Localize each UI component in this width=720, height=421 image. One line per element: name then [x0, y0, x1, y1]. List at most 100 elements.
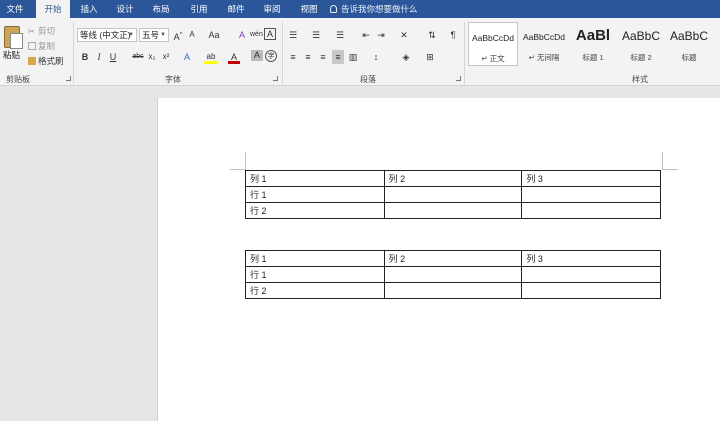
style-normal[interactable]: AaBbCcDd ↵ 正文	[468, 22, 518, 66]
style-name: 标题 2	[630, 53, 652, 62]
font-color-button[interactable]: A	[228, 50, 240, 64]
table-cell[interactable]: 列 2	[383, 250, 523, 267]
shading-button[interactable]: ◈	[400, 50, 412, 64]
paragraph-group-label: 段落	[360, 75, 376, 84]
tab-review[interactable]: 审阅	[259, 0, 285, 18]
table-cell[interactable]: 行 1	[245, 186, 385, 203]
table-cell[interactable]	[383, 282, 523, 299]
tab-file[interactable]: 文件	[0, 0, 30, 18]
grow-font-button[interactable]: A^	[172, 28, 184, 42]
chevron-down-icon: ▼	[128, 32, 134, 38]
asian-layout-button[interactable]: ✕	[398, 28, 410, 42]
distributed-button[interactable]: ▥	[347, 50, 359, 64]
align-right-icon: ≡	[320, 52, 326, 62]
paste-button[interactable]: 粘贴	[0, 18, 24, 70]
italic-button[interactable]: I	[93, 50, 105, 64]
line-spacing-button[interactable]: ↕	[370, 50, 382, 64]
table-cell[interactable]	[383, 186, 523, 203]
style-no-spacing[interactable]: AaBbCcDd ↵ 无间隔	[519, 22, 569, 66]
table-cell[interactable]: 列 3	[521, 170, 661, 187]
justify-button[interactable]: ≡	[332, 50, 344, 64]
style-title[interactable]: AaBbC 标题	[664, 22, 714, 66]
char-shading-button[interactable]: A	[251, 50, 263, 61]
format-painter-button[interactable]: 格式刷	[28, 54, 64, 68]
phonetic-guide-button[interactable]: wén	[250, 28, 263, 42]
numbering-button[interactable]: ☰	[310, 28, 322, 42]
format-painter-label: 格式刷	[38, 56, 64, 66]
underline-button[interactable]: U	[107, 50, 119, 64]
asian-layout-icon: ✕	[400, 30, 408, 40]
clear-formatting-label: A	[238, 30, 245, 40]
tab-design[interactable]: 设计	[112, 0, 138, 18]
tab-view[interactable]: 视图	[296, 0, 322, 18]
borders-button[interactable]: ⊞	[424, 50, 436, 64]
style-heading-2[interactable]: AaBbC 标题 2	[616, 22, 666, 66]
caret-up-icon: ^	[179, 32, 183, 38]
enclose-char-button[interactable]: 字	[265, 50, 277, 62]
align-left-button[interactable]: ≡	[287, 50, 299, 64]
table-cell[interactable]	[383, 202, 523, 219]
tab-insert[interactable]: 插入	[76, 0, 102, 18]
subscript-button[interactable]: x₂	[146, 50, 158, 64]
table-cell[interactable]	[521, 282, 661, 299]
table-cell[interactable]: 行 2	[245, 282, 385, 299]
sort-button[interactable]: ⇅	[426, 28, 438, 42]
char-border-label: A	[266, 29, 273, 39]
bold-button[interactable]: B	[79, 50, 91, 64]
shrink-font-button[interactable]: A	[186, 28, 198, 42]
style-sample: AaBbC	[669, 29, 709, 43]
document-table-1[interactable]: 列 1 列 2 列 3 行 1 行 2	[245, 170, 661, 219]
strikethrough-button[interactable]: abc	[130, 50, 146, 64]
superscript-button[interactable]: x²	[160, 50, 172, 64]
tab-home[interactable]: 开始	[36, 0, 70, 19]
table-cell[interactable]	[383, 266, 523, 283]
document-table-2[interactable]: 列 1 列 2 列 3 行 1 行 2	[245, 250, 661, 299]
highlight-button[interactable]: ab	[204, 50, 218, 64]
align-right-button[interactable]: ≡	[317, 50, 329, 64]
table-cell[interactable]: 列 2	[383, 170, 523, 187]
change-case-button[interactable]: Aa	[205, 28, 223, 42]
table-cell[interactable]: 行 1	[245, 266, 385, 283]
tell-me-box[interactable]: 告诉我你想要做什么	[330, 0, 418, 18]
font-launcher-icon[interactable]	[273, 76, 278, 81]
tab-references[interactable]: 引用	[186, 0, 212, 18]
table-row: 行 1	[245, 186, 661, 203]
decrease-indent-button[interactable]: ⇤	[360, 28, 372, 42]
copy-icon	[28, 42, 36, 50]
indent-icon: ⇥	[377, 30, 385, 40]
increase-indent-button[interactable]: ⇥	[375, 28, 387, 42]
table-cell[interactable]: 行 2	[245, 202, 385, 219]
font-name-combo[interactable]: 等线 (中文正) ▼	[77, 28, 137, 42]
paragraph-launcher-icon[interactable]	[456, 76, 461, 81]
cut-button[interactable]: ✂ 剪切	[28, 24, 55, 38]
tab-layout[interactable]: 布局	[148, 0, 174, 18]
show-marks-button[interactable]: ¶	[447, 28, 459, 42]
table-row: 列 1 列 2 列 3	[245, 170, 661, 187]
bullets-button[interactable]: ☰	[287, 28, 299, 42]
style-heading-1[interactable]: AaBl 标题 1	[568, 22, 618, 66]
divider	[464, 22, 465, 84]
char-border-button[interactable]: A	[264, 28, 276, 40]
outdent-icon: ⇤	[362, 30, 370, 40]
table-cell[interactable]: 列 1	[245, 170, 385, 187]
margin-marker	[662, 169, 678, 170]
tab-mailings[interactable]: 邮件	[223, 0, 249, 18]
clipboard-launcher-icon[interactable]	[66, 76, 71, 81]
multilevel-list-button[interactable]: ☰	[334, 28, 346, 42]
multilevel-list-icon: ☰	[335, 30, 345, 40]
table-cell[interactable]	[521, 186, 661, 203]
table-cell[interactable]: 列 1	[245, 250, 385, 267]
scissors-icon: ✂	[28, 27, 35, 36]
font-size-value: 五号	[142, 30, 160, 40]
text-effects-button[interactable]: A	[181, 50, 193, 64]
table-cell[interactable]	[521, 202, 661, 219]
table-cell[interactable]	[521, 266, 661, 283]
table-cell[interactable]: 列 3	[521, 250, 661, 267]
align-center-button[interactable]: ≡	[302, 50, 314, 64]
font-size-combo[interactable]: 五号 ▼	[139, 28, 169, 42]
clear-formatting-button[interactable]: A	[236, 28, 248, 42]
style-name-text: 正文	[489, 54, 505, 63]
copy-button[interactable]: 复制	[28, 39, 55, 53]
line-spacing-icon: ↕	[373, 52, 379, 62]
style-sample: AaBbC	[621, 29, 661, 43]
